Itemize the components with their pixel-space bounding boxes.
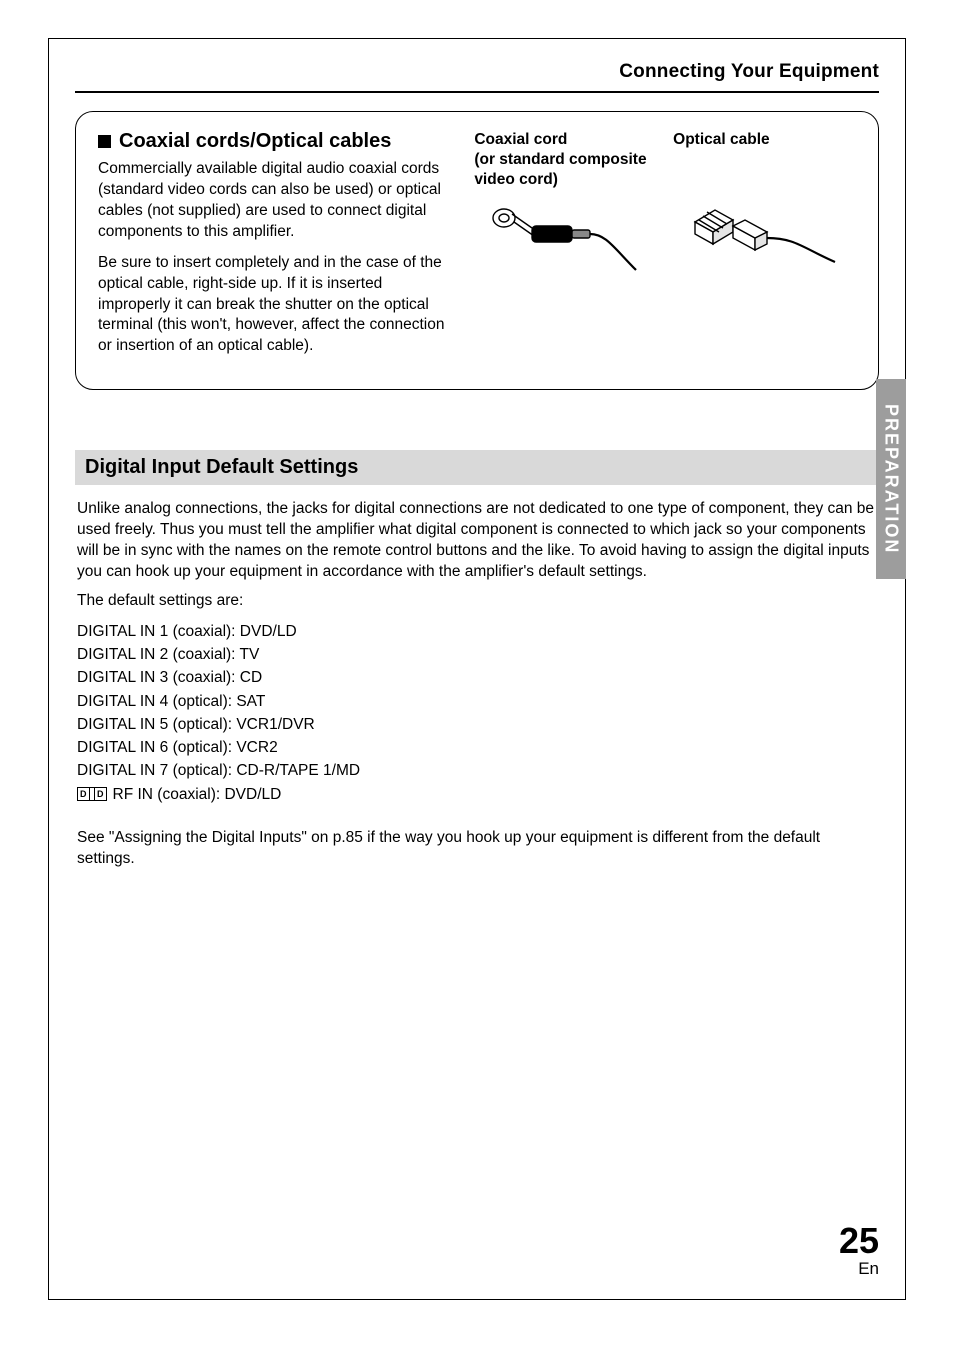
optical-label: Optical cable: [673, 130, 856, 190]
coaxial-label-line1: Coaxial cord: [474, 130, 657, 150]
section-body: Unlike analog connections, the jacks for…: [75, 485, 879, 869]
default-item-1: DIGITAL IN 1 (coaxial): DVD/LD: [77, 620, 877, 643]
coaxial-label-line2: (or standard composite video cord): [474, 150, 657, 190]
chapter-title: Connecting Your Equipment: [75, 61, 879, 91]
callout-text-column: Coaxial cords/Optical cables Commerciall…: [98, 130, 450, 367]
square-bullet-icon: [98, 135, 111, 148]
side-tab-label: PREPARATION: [881, 404, 902, 554]
optical-column: Optical cable: [673, 130, 856, 367]
content-frame: Connecting Your Equipment Coaxial cords/…: [48, 38, 906, 1300]
coaxial-label: Coaxial cord (or standard composite vide…: [474, 130, 657, 190]
page-footer: 25 En: [839, 1223, 879, 1279]
default-item-5: DIGITAL IN 5 (optical): VCR1/DVR: [77, 713, 877, 736]
callout-heading-text: Coaxial cords/Optical cables: [119, 130, 391, 153]
page: Connecting Your Equipment Coaxial cords/…: [0, 0, 954, 1348]
section-heading: Digital Input Default Settings: [75, 450, 879, 485]
callout-illustration-column: Coaxial cord (or standard composite vide…: [474, 130, 856, 367]
section-intro: Unlike analog connections, the jacks for…: [77, 499, 877, 583]
callout-heading: Coaxial cords/Optical cables: [98, 130, 450, 153]
page-language: En: [839, 1259, 879, 1279]
default-item-dolby: D D RF IN (coaxial): DVD/LD: [77, 783, 877, 806]
default-item-3: DIGITAL IN 3 (coaxial): CD: [77, 666, 877, 689]
coaxial-column: Coaxial cord (or standard composite vide…: [474, 130, 657, 367]
default-item-2: DIGITAL IN 2 (coaxial): TV: [77, 643, 877, 666]
default-item-4: DIGITAL IN 4 (optical): SAT: [77, 690, 877, 713]
optical-cable-icon: [673, 200, 856, 290]
page-number: 25: [839, 1223, 879, 1259]
header-rule: [75, 91, 879, 93]
default-item-7: DIGITAL IN 7 (optical): CD-R/TAPE 1/MD: [77, 759, 877, 782]
callout-paragraph-2: Be sure to insert completely and in the …: [98, 253, 450, 358]
default-item-6: DIGITAL IN 6 (optical): VCR2: [77, 736, 877, 759]
side-tab: PREPARATION: [876, 379, 906, 579]
dolby-line-text: RF IN (coaxial): DVD/LD: [113, 783, 282, 806]
callout-box: Coaxial cords/Optical cables Commerciall…: [75, 111, 879, 390]
section-reference: See "Assigning the Digital Inputs" on p.…: [77, 828, 877, 870]
callout-paragraph-1: Commercially available digital audio coa…: [98, 159, 450, 243]
dolby-icon: D D: [77, 787, 107, 801]
defaults-intro: The default settings are:: [77, 591, 877, 612]
coaxial-cable-icon: [474, 200, 657, 290]
